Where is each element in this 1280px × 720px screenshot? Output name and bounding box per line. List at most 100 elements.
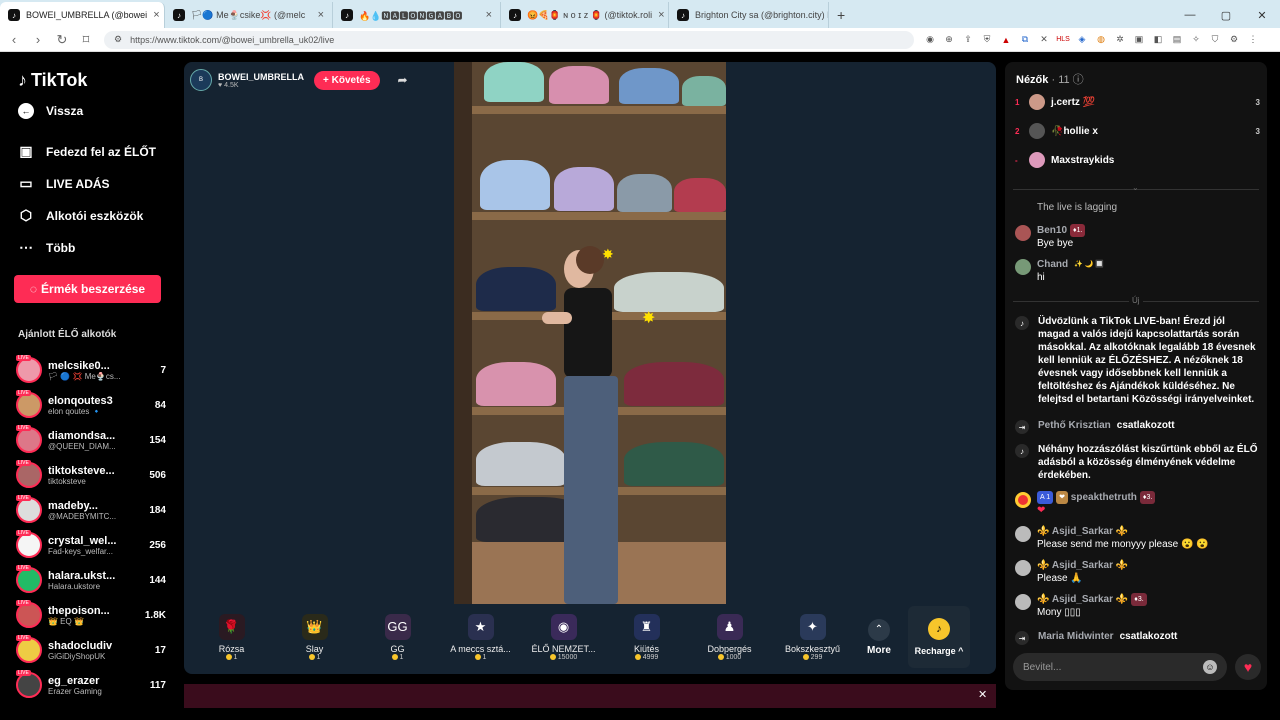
top-viewer-row[interactable]: 2 🥀hollie x 3	[1015, 121, 1260, 141]
gift-item[interactable]: ◉ ÉLŐ NEMZET... 15000	[522, 605, 605, 669]
recommended-creator[interactable]: LIVE melcsike0... 🏳 🔵 💢 Me🍨cs... 7	[16, 354, 166, 386]
username[interactable]: ⚜️ Asjid_Sarkar ⚜️	[1037, 526, 1128, 537]
sidebar-item-explore-live[interactable]: ▣ Fedezd fel az ÉLŐT	[18, 143, 156, 160]
read-aloud-icon[interactable]: ◉	[924, 34, 936, 46]
username[interactable]: ⚜️ Asjid_Sarkar ⚜️	[1037, 560, 1128, 571]
hls-icon[interactable]: HLS	[1056, 34, 1070, 46]
creator-avatar[interactable]: LIVE	[16, 390, 42, 418]
forward-arrow-icon[interactable]: ›	[28, 32, 48, 47]
user-avatar[interactable]	[1015, 225, 1031, 241]
recommended-creator[interactable]: LIVE tiktoksteve... tiktoksteve 506	[16, 459, 166, 491]
close-tab-icon[interactable]: ×	[153, 9, 159, 21]
browser-tab[interactable]: ♪ 🔥💧🅽🅰🅻🅾🅽🅶🅰🅱🅾 ×	[333, 2, 501, 28]
host-avatar[interactable]: B	[190, 69, 212, 91]
user-avatar[interactable]	[1015, 560, 1031, 576]
like-heart-button[interactable]: ♥	[1235, 654, 1261, 680]
username[interactable]: ⚜️ Asjid_Sarkar ⚜️	[1037, 594, 1128, 605]
creator-avatar[interactable]: LIVE	[16, 495, 42, 523]
user-avatar[interactable]	[1015, 259, 1031, 275]
viewer-avatar[interactable]	[1029, 94, 1045, 110]
zoom-icon[interactable]: ⊕	[943, 34, 955, 46]
creator-avatar[interactable]: LIVE	[16, 355, 42, 383]
sidebar-item-creator-tools[interactable]: ⬡ Alkotói eszközök	[18, 207, 143, 224]
close-tab-icon[interactable]: ×	[318, 9, 324, 21]
new-tab-icon[interactable]: +	[829, 2, 853, 28]
creator-avatar[interactable]: LIVE	[16, 460, 42, 488]
viewer-avatar[interactable]	[1029, 152, 1045, 168]
username[interactable]: speakthetruth	[1071, 492, 1137, 503]
live-video[interactable]: ✸ ✸	[454, 62, 726, 604]
close-tab-icon[interactable]: ×	[658, 9, 664, 21]
recommended-creator[interactable]: LIVE shadocludiv GiGiDiyShopUK 17	[16, 634, 166, 666]
host-name[interactable]: BOWEI_UMBRELLA	[218, 72, 304, 82]
adblock-icon[interactable]: ▲	[1000, 34, 1012, 46]
recommended-creator[interactable]: LIVE elonqoutes3 elon qoutes 🔹 84	[16, 389, 166, 421]
username[interactable]: Chand	[1037, 259, 1068, 270]
sidebar-item-more[interactable]: ⋯ Több	[18, 239, 75, 256]
recommended-creator[interactable]: LIVE eg_erazer Erazer Gaming 117	[16, 669, 166, 701]
browser-tab[interactable]: ♪ 🏳🔵 Me🍨csike💢 (@melc ×	[165, 2, 333, 28]
back-button[interactable]: ← Vissza	[18, 103, 83, 119]
join-username[interactable]: Maria Midwinter	[1038, 630, 1114, 645]
gift-item[interactable]: GG GG 1	[356, 605, 439, 669]
color-picker-icon[interactable]: ◍	[1095, 34, 1107, 46]
sparkle-icon[interactable]: ✧	[1190, 34, 1202, 46]
recommended-creator[interactable]: LIVE halara.ukst... Halara.ukstore 144	[16, 564, 166, 596]
username[interactable]: Ben10	[1037, 225, 1067, 236]
bookmark-icon[interactable]: ⌑	[76, 32, 96, 48]
close-tab-icon[interactable]: ×	[486, 9, 492, 21]
creator-avatar[interactable]: LIVE	[16, 425, 42, 453]
info-icon[interactable]: ⓘ	[1073, 74, 1084, 86]
recommended-creator[interactable]: LIVE thepoison... 👑 EQ 👑 1.8K	[16, 599, 166, 631]
translate-icon[interactable]: ⧉	[1019, 34, 1031, 46]
emoji-icon[interactable]: ☺	[1203, 660, 1217, 674]
top-viewer-row[interactable]: - Maxstraykids	[1015, 150, 1260, 170]
minimize-icon[interactable]: —	[1172, 9, 1208, 21]
creator-avatar[interactable]: LIVE	[16, 565, 42, 593]
viewer-name[interactable]: 🥀hollie x	[1051, 126, 1098, 137]
gift-item[interactable]: ✦ Bokszkesztyű 299	[771, 605, 854, 669]
viewer-avatar[interactable]	[1029, 123, 1045, 139]
settings-icon[interactable]: ⚙	[1228, 34, 1240, 46]
puzzle-icon[interactable]: ✲	[1114, 34, 1126, 46]
split-view-icon[interactable]: ◧	[1152, 34, 1164, 46]
bottom-banner[interactable]	[184, 684, 996, 708]
close-window-icon[interactable]: ✕	[1244, 9, 1280, 22]
follow-button[interactable]: + Követés	[314, 70, 380, 90]
browser-tab[interactable]: ♪ BOWEI_UMBRELLA (@bowei ×	[0, 2, 165, 28]
user-avatar[interactable]	[1015, 492, 1031, 508]
gift-item[interactable]: 🌹 Rózsa 1	[190, 605, 273, 669]
browser-tab[interactable]: ♪Brighton City sa (@brighton.city) ÉLŐ×	[669, 2, 829, 28]
vpn-icon[interactable]: ⛉	[1209, 34, 1221, 46]
menu-icon[interactable]: ⋮	[1247, 34, 1259, 46]
creator-avatar[interactable]: LIVE	[16, 600, 42, 628]
recommended-creator[interactable]: LIVE madeby... @MADEBYMITC... 184	[16, 494, 166, 526]
share-icon[interactable]: ➦	[398, 73, 408, 87]
creator-avatar[interactable]: LIVE	[16, 670, 42, 698]
recommended-creator[interactable]: LIVE crystal_wel... Fad-keys_welfar... 256	[16, 529, 166, 561]
user-avatar[interactable]	[1015, 526, 1031, 542]
chat-input[interactable]: Bevitel... ☺	[1013, 653, 1227, 681]
gift-item[interactable]: ★ A meccs sztá... 1	[439, 605, 522, 669]
wallet-icon[interactable]: ▤	[1171, 34, 1183, 46]
top-viewer-row[interactable]: 1 j.certz 💯 3	[1015, 92, 1260, 112]
get-coins-button[interactable]: ◌ Érmék beszerzése	[14, 275, 161, 303]
user-avatar[interactable]	[1015, 594, 1031, 610]
gift-item[interactable]: ♜ Kiütés 4999	[605, 605, 688, 669]
more-gifts-button[interactable]: ⌃ More	[854, 618, 904, 656]
close-banner-icon[interactable]: ✕	[978, 688, 987, 701]
gift-item[interactable]: ♟ Dobpergés 1000	[688, 605, 771, 669]
reload-icon[interactable]: ↻	[52, 32, 72, 48]
screenshot-icon[interactable]: ▣	[1133, 34, 1145, 46]
viewer-name[interactable]: j.certz 💯	[1051, 97, 1095, 108]
gift-item[interactable]: 👑 Slay 1	[273, 605, 356, 669]
url-field[interactable]: ⚙ https://www.tiktok.com/@bowei_umbrella…	[104, 30, 914, 49]
site-info-icon[interactable]: ⚙	[114, 34, 122, 45]
sidebar-item-live-broadcast[interactable]: ▭ LIVE ADÁS	[18, 175, 109, 192]
join-username[interactable]: Pethő Krisztian	[1038, 419, 1111, 434]
tools-icon[interactable]: ✕	[1038, 34, 1050, 46]
recharge-button[interactable]: ♪ Recharge ^	[908, 606, 970, 668]
creator-avatar[interactable]: LIVE	[16, 530, 42, 558]
extension-badge-icon[interactable]: ◈	[1076, 34, 1088, 46]
maximize-icon[interactable]: ▢	[1208, 9, 1244, 22]
